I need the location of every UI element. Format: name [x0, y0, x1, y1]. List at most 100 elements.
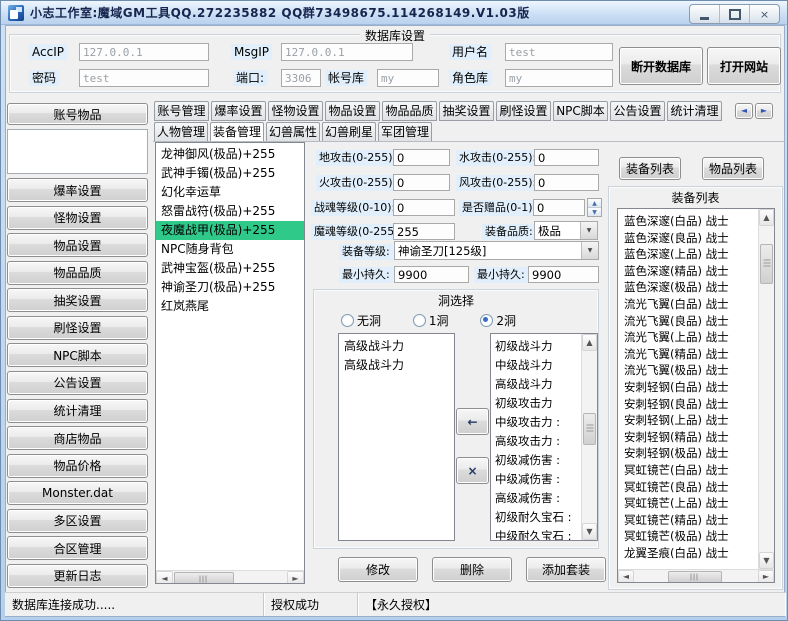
- equipment-vscrollbar[interactable]: ▲ ▼: [758, 209, 774, 569]
- password-input[interactable]: test: [79, 69, 209, 87]
- sidebar-empty-list[interactable]: [7, 129, 148, 174]
- sidebar-button[interactable]: 物品设置: [7, 233, 148, 257]
- list-item[interactable]: 武神宝盔(极品)+255: [156, 259, 304, 278]
- list-item[interactable]: 夜魔战甲(极品)+255: [156, 221, 304, 240]
- scrollbar-track[interactable]: [634, 570, 758, 583]
- water-attack-input[interactable]: 0: [534, 149, 599, 166]
- remove-gem-button[interactable]: ×: [456, 457, 489, 484]
- scrollbar-thumb[interactable]: [583, 413, 596, 445]
- spin-down-icon[interactable]: ▼: [588, 208, 601, 216]
- action-button[interactable]: 添加套装: [526, 557, 606, 582]
- list-item[interactable]: 冥虹镜芒(良品) 战士: [618, 479, 758, 496]
- list-item[interactable]: 神谕圣刀(极品)+255: [156, 278, 304, 297]
- scroll-down-icon[interactable]: ▼: [759, 552, 774, 569]
- scrollbar-track[interactable]: [759, 226, 774, 552]
- tab[interactable]: 物品品质: [382, 101, 437, 121]
- spin-up-icon[interactable]: ▲: [588, 199, 601, 208]
- sidebar-button[interactable]: 物品品质: [7, 261, 148, 285]
- msgip-input[interactable]: 127.0.0.1: [281, 43, 413, 61]
- list-item[interactable]: 流光飞翼(精品) 战士: [618, 346, 758, 363]
- hole-radio-option[interactable]: 无洞: [341, 311, 381, 329]
- role-db-input[interactable]: my: [505, 69, 613, 87]
- list-item[interactable]: 高级战斗力: [339, 356, 454, 375]
- list-item[interactable]: 流光飞翼(上品) 战士: [618, 329, 758, 346]
- list-item[interactable]: 高级减伤害 :: [491, 489, 581, 508]
- list-item[interactable]: 幻化幸运草: [156, 183, 304, 202]
- sidebar-button[interactable]: 刷怪设置: [7, 316, 148, 340]
- list-item[interactable]: 高级战斗力: [339, 337, 454, 356]
- item-list-button[interactable]: 物品列表: [702, 157, 764, 180]
- tab[interactable]: 幻兽属性: [266, 122, 320, 142]
- list-item[interactable]: 冥虹镜芒(上品) 战士: [618, 495, 758, 512]
- wind-attack-input[interactable]: 0: [534, 174, 599, 191]
- scroll-right-icon[interactable]: ►: [758, 570, 774, 583]
- list-item[interactable]: 蓝色深邃(良品) 战士: [618, 230, 758, 247]
- scroll-down-icon[interactable]: ▼: [582, 523, 597, 540]
- scroll-up-icon[interactable]: ▲: [582, 334, 597, 351]
- tab[interactable]: 统计清理: [667, 101, 722, 121]
- maximize-button[interactable]: [720, 5, 750, 23]
- list-item[interactable]: 安刺轻钢(上品) 战士: [618, 412, 758, 429]
- tab[interactable]: 装备管理: [210, 122, 264, 142]
- fire-attack-input[interactable]: 0: [393, 174, 450, 191]
- tab[interactable]: 公告设置: [610, 101, 665, 121]
- sidebar-button[interactable]: 抽奖设置: [7, 288, 148, 312]
- sidebar-button[interactable]: 多区设置: [7, 509, 148, 533]
- list-item[interactable]: 怒雷战符(极品)+255: [156, 202, 304, 221]
- sidebar-button[interactable]: 爆率设置: [7, 178, 148, 202]
- disconnect-db-button[interactable]: 断开数据库: [619, 47, 703, 85]
- item-list-hscrollbar[interactable]: ◄ ►: [156, 570, 304, 584]
- list-item[interactable]: 冥虹镜芒(极品) 战士: [618, 528, 758, 545]
- gift-input[interactable]: 0: [533, 199, 585, 216]
- list-item[interactable]: 初级耐久宝石 :: [491, 508, 581, 527]
- tab[interactable]: 幻兽刷星: [322, 122, 376, 142]
- open-website-button[interactable]: 打开网站: [707, 47, 781, 85]
- scrollbar-thumb[interactable]: [668, 571, 722, 583]
- tab[interactable]: 物品设置: [325, 101, 380, 121]
- scrollbar-thumb[interactable]: [174, 572, 234, 584]
- list-item[interactable]: 流光飞翼(白品) 战士: [618, 296, 758, 313]
- scroll-up-icon[interactable]: ▲: [759, 209, 774, 226]
- equipment-hscrollbar[interactable]: ◄ ►: [618, 569, 774, 583]
- grade-combo[interactable]: 神谕圣刀[125级] ▼: [394, 241, 599, 260]
- minimize-button[interactable]: [690, 5, 720, 23]
- tab[interactable]: 怪物设置: [268, 101, 323, 121]
- scrollbar-thumb[interactable]: [760, 244, 773, 284]
- action-button[interactable]: 删除: [432, 557, 512, 582]
- quality-combo[interactable]: 极品 ▼: [534, 221, 598, 240]
- list-item[interactable]: 流光飞翼(良品) 战士: [618, 313, 758, 330]
- list-item[interactable]: 龙神御风(极品)+255: [156, 145, 304, 164]
- sidebar-button[interactable]: 统计清理: [7, 399, 148, 423]
- war-soul-input[interactable]: 0: [393, 199, 455, 216]
- equipment-listbox[interactable]: 蓝色深邃(白品) 战士蓝色深邃(良品) 战士蓝色深邃(上品) 战士蓝色深邃(精品…: [617, 208, 775, 583]
- tab[interactable]: 人物管理: [154, 122, 208, 142]
- tab-scroll-right-button[interactable]: ►: [755, 103, 773, 119]
- list-item[interactable]: 初级战斗力: [491, 337, 581, 356]
- tab[interactable]: NPC脚本: [553, 101, 608, 121]
- gem-options-listbox[interactable]: 初级战斗力中级战斗力高级战斗力初级攻击力中级攻击力 :高级攻击力 :初级减伤害 …: [490, 333, 598, 541]
- list-item[interactable]: 中级减伤害 :: [491, 470, 581, 489]
- magic-soul-input[interactable]: 255: [393, 223, 455, 240]
- list-item[interactable]: 安刺轻钢(极品) 战士: [618, 445, 758, 462]
- list-item[interactable]: 安刺轻钢(白品) 战士: [618, 379, 758, 396]
- tab[interactable]: 抽奖设置: [439, 101, 494, 121]
- sidebar-button[interactable]: Monster.dat: [7, 481, 148, 505]
- tab[interactable]: 账号管理: [154, 101, 209, 121]
- earth-attack-input[interactable]: 0: [393, 149, 450, 166]
- scroll-right-icon[interactable]: ►: [287, 571, 304, 584]
- sidebar-button[interactable]: 合区管理: [7, 536, 148, 560]
- socketed-gems-listbox[interactable]: 高级战斗力高级战斗力: [338, 333, 455, 541]
- sidebar-button[interactable]: 更新日志: [7, 564, 148, 588]
- accip-input[interactable]: 127.0.0.1: [79, 43, 209, 61]
- sidebar-button[interactable]: NPC脚本: [7, 343, 148, 367]
- action-button[interactable]: 修改: [338, 557, 418, 582]
- scroll-left-icon[interactable]: ◄: [156, 571, 173, 584]
- tab-scroll-left-button[interactable]: ◄: [735, 103, 753, 119]
- sidebar-account-items-button[interactable]: 账号物品: [7, 103, 148, 125]
- username-input[interactable]: test: [505, 43, 613, 61]
- hole-radio-option[interactable]: 1洞: [413, 311, 449, 329]
- equipment-item-listbox[interactable]: 龙神御风(极品)+255武神手镯(极品)+255幻化幸运草怒雷战符(极品)+25…: [155, 142, 305, 584]
- list-item[interactable]: 初级攻击力: [491, 394, 581, 413]
- list-item[interactable]: NPC随身背包: [156, 240, 304, 259]
- move-gem-left-button[interactable]: ←: [456, 408, 489, 435]
